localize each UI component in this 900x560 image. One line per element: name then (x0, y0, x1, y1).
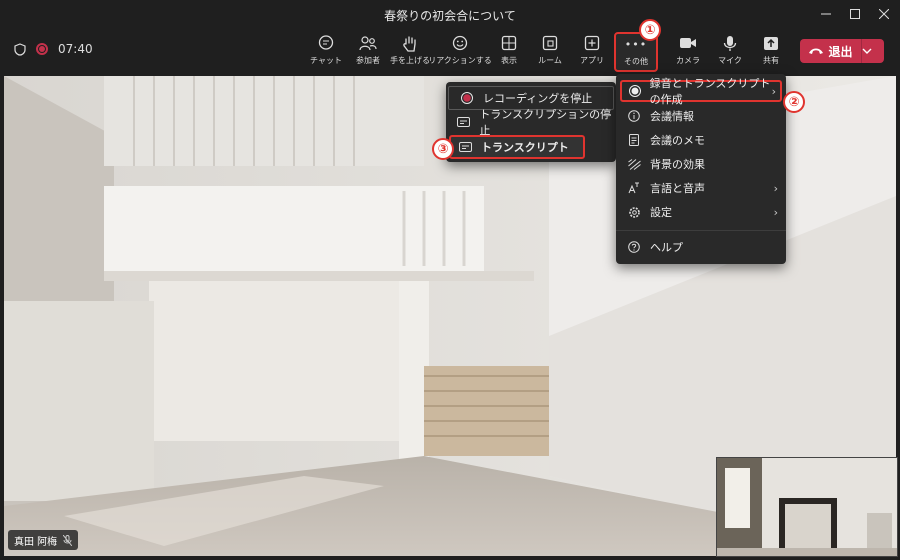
help-menu-item[interactable]: ヘルプ (616, 235, 786, 259)
minimize-icon (821, 13, 831, 15)
meeting-status: 07:40 (14, 42, 93, 56)
gear-icon (626, 204, 642, 220)
mic-muted-icon (63, 534, 73, 546)
record-transcript-label: 録音とトランスクリプトの作成 (649, 77, 771, 106)
recording-indicator-icon (36, 43, 48, 55)
chat-icon (316, 33, 336, 53)
chevron-right-icon: › (773, 181, 778, 195)
transcript-menu-item[interactable]: トランスクリプト (449, 135, 585, 159)
apps-button[interactable]: アプリ (570, 33, 614, 69)
self-view-image (717, 458, 897, 556)
participants-label: 参加者 (356, 56, 380, 65)
transcript-icon (457, 139, 473, 155)
meeting-info-menu-item[interactable]: 会議情報 (616, 104, 786, 128)
apps-label: アプリ (580, 56, 604, 65)
chevron-down-icon[interactable] (862, 48, 884, 54)
close-button[interactable] (872, 4, 896, 24)
leave-label: 退出 (828, 44, 853, 59)
leave-button[interactable]: 退出 (800, 39, 884, 63)
step-1-badge: ① (639, 19, 661, 41)
notes-icon (626, 132, 642, 148)
camera-button[interactable]: カメラ (666, 33, 710, 69)
hang-up-icon (809, 48, 824, 54)
add-app-icon (582, 33, 602, 53)
chevron-right-icon: › (773, 205, 778, 219)
reaction-label: リアクションする (428, 56, 492, 65)
camera-icon (678, 33, 698, 53)
breakout-rooms-icon (540, 33, 560, 53)
people-icon (358, 33, 378, 53)
step-2-badge: ② (783, 91, 805, 113)
participants-button[interactable]: 参加者 (346, 33, 390, 69)
chat-label: チャット (310, 56, 342, 65)
raise-hand-button[interactable]: 手を上げる (388, 33, 432, 69)
microphone-label: マイク (718, 56, 742, 65)
menu-divider (616, 230, 786, 231)
rooms-label: ルーム (538, 56, 562, 65)
title-bar: 春祭りの初会合について (0, 0, 900, 28)
meeting-timer: 07:40 (58, 42, 93, 56)
language-speech-menu-item[interactable]: 言語と音声 › (616, 176, 786, 200)
chat-button[interactable]: チャット (304, 33, 348, 69)
smiley-icon (450, 33, 470, 53)
record-icon (628, 83, 642, 99)
stop-recording-icon (459, 90, 475, 106)
transcript-label: トランスクリプト (481, 141, 569, 154)
settings-label: 設定 (650, 206, 672, 219)
close-icon (879, 9, 889, 19)
leave-main[interactable]: 退出 (800, 43, 861, 60)
chevron-right-icon: › (771, 84, 776, 98)
transcript-icon (456, 114, 471, 130)
language-speech-label: 言語と音声 (650, 182, 705, 195)
meeting-notes-label: 会議のメモ (650, 134, 705, 147)
maximize-icon (850, 9, 860, 19)
minimize-button[interactable] (814, 4, 838, 24)
share-label: 共有 (763, 56, 779, 65)
language-icon (626, 180, 642, 196)
recording-submenu: レコーディングを停止 トランスクリプションの停止 トランスクリプト (446, 82, 616, 162)
share-icon (761, 33, 781, 53)
reaction-button[interactable]: リアクションする (428, 33, 492, 69)
window-title: 春祭りの初会合について (384, 9, 516, 23)
more-options-label: その他 (624, 57, 648, 66)
self-video-preview[interactable] (716, 457, 898, 557)
rooms-button[interactable]: ルーム (528, 33, 572, 69)
meeting-notes-menu-item[interactable]: 会議のメモ (616, 128, 786, 152)
step-3-badge: ③ (432, 138, 454, 160)
info-icon (626, 108, 642, 124)
meeting-toolbar: 07:40 チャット 参加者 手を上げる リアクションする 表示 ルーム アプリ… (0, 28, 900, 74)
help-label: ヘルプ (650, 241, 683, 254)
stop-recording-label: レコーディングを停止 (483, 92, 593, 105)
share-button[interactable]: 共有 (749, 33, 793, 69)
maximize-button[interactable] (843, 4, 867, 24)
view-label: 表示 (501, 56, 517, 65)
camera-label: カメラ (676, 56, 700, 65)
stop-transcription-label: トランスクリプションの停止 (479, 108, 612, 137)
background-effects-menu-item[interactable]: 背景の効果 (616, 152, 786, 176)
view-button[interactable]: 表示 (487, 33, 531, 69)
more-options-menu: 録音とトランスクリプトの作成 › 会議情報 会議のメモ 背景の効果 言語と音声 … (616, 74, 786, 264)
stop-transcription-menu-item[interactable]: トランスクリプションの停止 (446, 108, 616, 137)
shield-icon (14, 42, 26, 56)
record-transcript-menu-item[interactable]: 録音とトランスクリプトの作成 › (620, 77, 782, 106)
help-icon (626, 239, 642, 255)
settings-menu-item[interactable]: 設定 › (616, 200, 786, 224)
participant-name-tag: 真田 阿梅 (8, 530, 79, 550)
microphone-button[interactable]: マイク (708, 33, 752, 69)
grid-icon (499, 33, 519, 53)
meeting-info-label: 会議情報 (650, 110, 694, 123)
teams-meeting-window: 春祭りの初会合について 07:40 チャット 参加者 手を上げる リアクションす… (0, 0, 900, 560)
background-effects-icon (626, 156, 642, 172)
raise-hand-label: 手を上げる (390, 56, 430, 65)
microphone-icon (720, 33, 740, 53)
participant-name: 真田 阿梅 (14, 536, 58, 548)
background-effects-label: 背景の効果 (650, 158, 705, 171)
raise-hand-icon (400, 33, 420, 53)
